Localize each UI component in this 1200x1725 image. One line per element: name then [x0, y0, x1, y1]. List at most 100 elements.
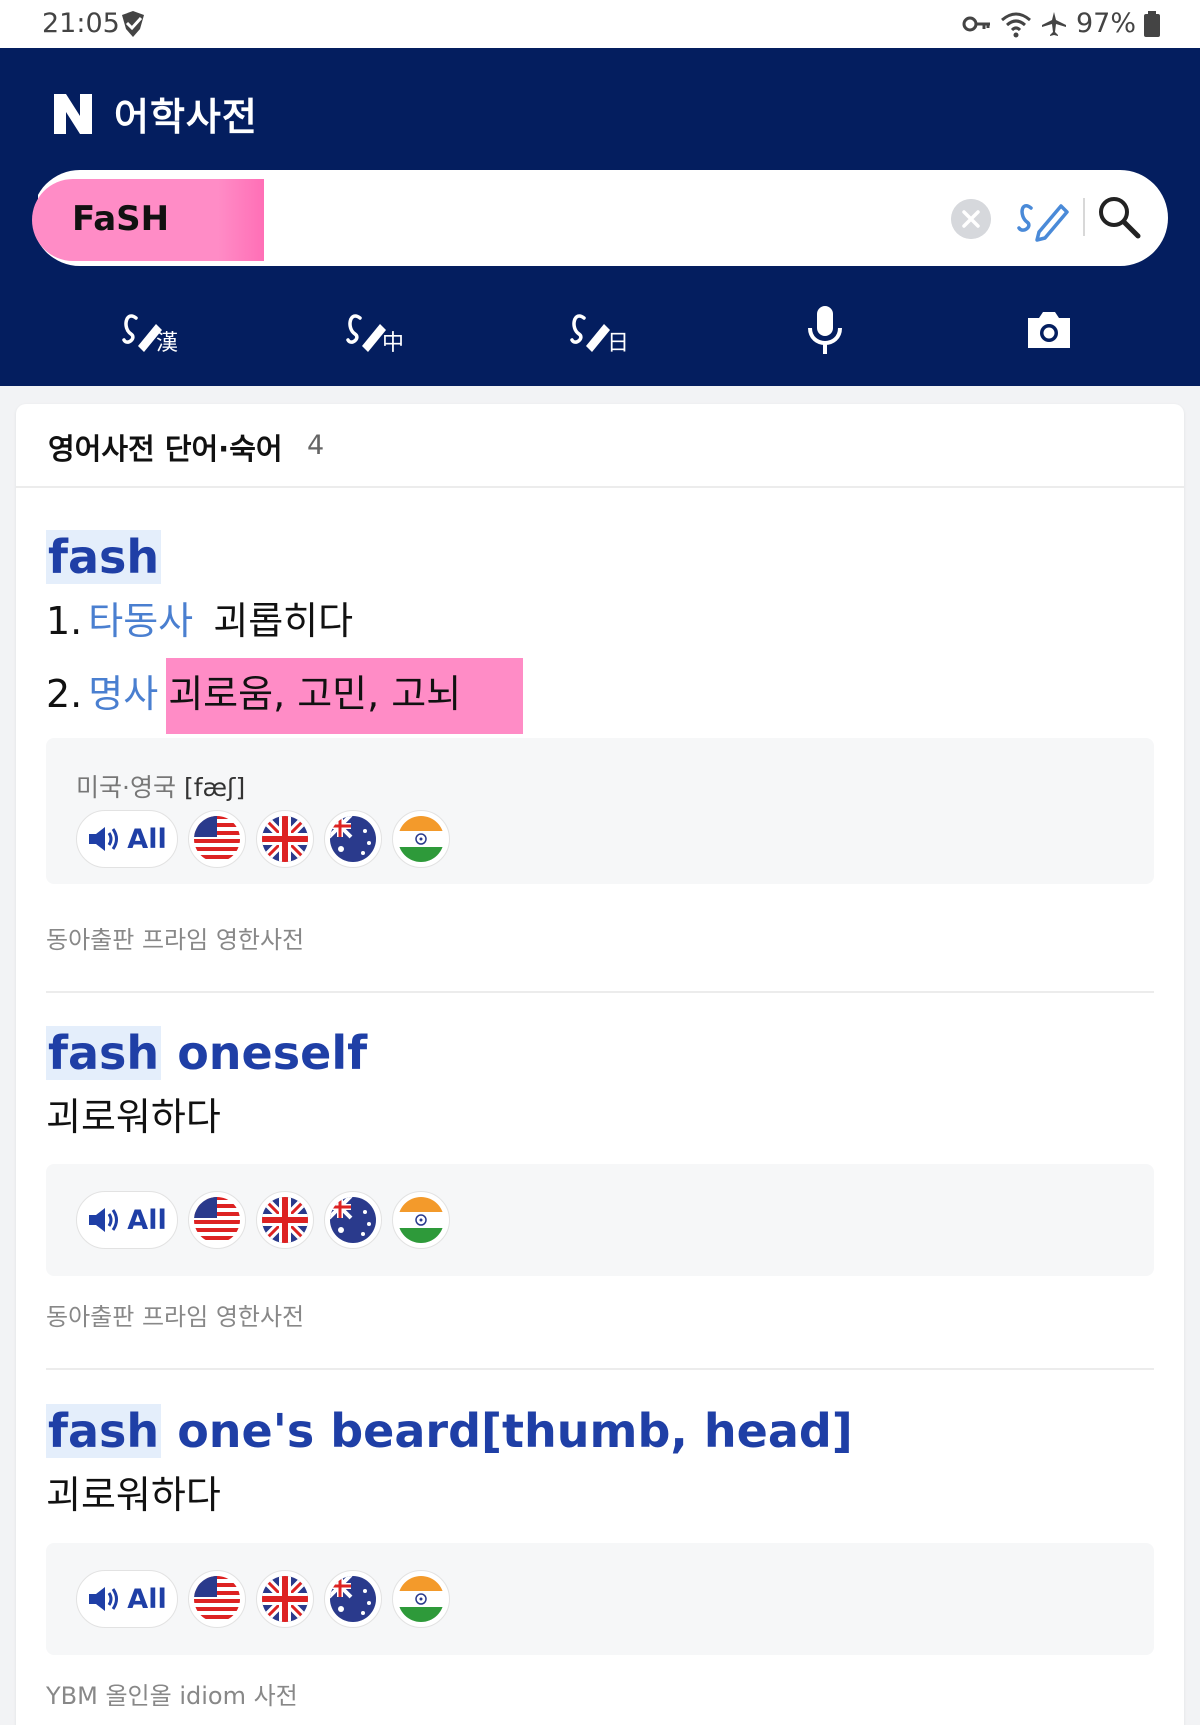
handwriting-input-icon[interactable] [1017, 194, 1069, 242]
india-flag-icon [398, 1197, 444, 1243]
headword-rest: one's beard[thumb, head] [161, 1404, 853, 1458]
entry-fash-ones-beard: fash one's beard[thumb, head] 괴로워하다 [46, 1404, 1154, 1519]
uk-flag-icon [262, 1197, 308, 1243]
search-input[interactable]: FaSH [32, 179, 264, 261]
part-of-speech: 명사 [88, 672, 159, 716]
section-title: 영어사전 단어·숙어 [48, 432, 283, 466]
australia-flag-icon [330, 816, 376, 862]
wifi-icon [1001, 12, 1031, 37]
entry-meaning: 괴로워하다 [46, 1473, 221, 1517]
results-header: 영어사전 단어·숙어 4 [16, 404, 1184, 488]
play-all-button[interactable]: All [76, 810, 178, 868]
status-time: 21:05 [42, 8, 120, 39]
us-flag-icon [194, 816, 240, 862]
chinese-handwriting-button[interactable]: 中 [342, 300, 412, 360]
sense-number: 2. [46, 672, 83, 716]
battery-icon [1144, 10, 1160, 37]
in-audio-button[interactable] [392, 1191, 450, 1249]
au-audio-button[interactable] [324, 810, 382, 868]
voice-search-button[interactable] [790, 300, 860, 360]
entry-meaning: 괴로워하다 [46, 1095, 221, 1139]
input-tools: 漢 中 日 [0, 300, 1200, 370]
speaker-icon [89, 827, 119, 851]
vpn-key-icon [962, 16, 990, 31]
naver-logo-icon [54, 93, 92, 134]
entry-divider [46, 991, 1154, 993]
headword-rest: oneself [161, 1026, 368, 1080]
pronunciation-ipa: [fæʃ] [183, 773, 246, 802]
us-audio-button[interactable] [188, 810, 246, 868]
sense-number: 1. [46, 599, 83, 643]
camera-icon [1028, 312, 1070, 348]
sense-2: 2. 명사 괴로움, 고민, 고뇌 [46, 658, 1154, 734]
hanja-handwriting-icon: 漢 [122, 314, 178, 354]
entry-divider [46, 1368, 1154, 1370]
us-audio-button[interactable] [188, 1570, 246, 1628]
pronunciation-box: 미국·영국 [fæʃ] All [46, 738, 1154, 884]
australia-flag-icon [330, 1197, 376, 1243]
microphone-icon [808, 306, 842, 354]
uk-audio-button[interactable] [256, 1570, 314, 1628]
australia-flag-icon [330, 1576, 376, 1622]
camera-search-button[interactable] [1014, 300, 1084, 360]
in-audio-button[interactable] [392, 1570, 450, 1628]
sense-meaning: 괴로움, 고민, 고뇌 [166, 658, 524, 734]
pronunciation-box: All [46, 1543, 1154, 1655]
play-all-label: All [127, 823, 167, 855]
uk-flag-icon [262, 1576, 308, 1622]
au-audio-button[interactable] [324, 1570, 382, 1628]
chinese-handwriting-icon: 中 [346, 314, 404, 354]
battery-percent: 97% [1075, 8, 1136, 39]
hanja-handwriting-button[interactable]: 漢 [118, 300, 188, 360]
dictionary-source[interactable]: YBM 올인올 idiom 사전 [46, 1676, 298, 1711]
entry-headword[interactable]: fash [46, 530, 1154, 584]
search-bar[interactable]: FaSH [22, 170, 1168, 266]
japanese-handwriting-button[interactable]: 日 [566, 300, 636, 360]
app-title: 어학사전 [114, 95, 258, 139]
india-flag-icon [398, 1576, 444, 1622]
in-audio-button[interactable] [392, 810, 450, 868]
play-all-label: All [127, 1204, 167, 1236]
entry-headword[interactable]: fash oneself [46, 1026, 1154, 1080]
pronunciation-label: 미국·영국 [fæʃ] [76, 768, 245, 804]
speaker-icon [89, 1587, 119, 1611]
audio-buttons: All [76, 810, 450, 868]
uk-audio-button[interactable] [256, 810, 314, 868]
result-count: 4 [307, 430, 325, 461]
uk-flag-icon [262, 816, 308, 862]
search-query-text: FaSH [72, 199, 170, 239]
entry-headword[interactable]: fash one's beard[thumb, head] [46, 1404, 1154, 1458]
us-audio-button[interactable] [188, 1191, 246, 1249]
status-icons: 97% [962, 8, 1160, 39]
play-all-button[interactable]: All [76, 1570, 178, 1628]
pronunciation-region: 미국·영국 [76, 773, 176, 802]
sense-1: 1. 타동사 괴롭히다 [46, 590, 1154, 645]
au-audio-button[interactable] [324, 1191, 382, 1249]
headword-match: fash [46, 530, 162, 584]
uk-audio-button[interactable] [256, 1191, 314, 1249]
clear-search-button[interactable] [951, 199, 991, 239]
play-all-label: All [127, 1583, 167, 1615]
play-all-button[interactable]: All [76, 1191, 178, 1249]
search-divider [1083, 198, 1085, 236]
us-flag-icon [194, 1576, 240, 1622]
sense-meaning: 괴롭히다 [213, 599, 354, 643]
entry-fash: fash 1. 타동사 괴롭히다 2. 명사 괴로움, 고민, 고뇌 [46, 530, 1154, 734]
dictionary-source[interactable]: 동아출판 프라임 영한사전 [46, 920, 304, 955]
us-flag-icon [194, 1197, 240, 1243]
airplane-icon [1041, 11, 1066, 36]
headword-match: fash [46, 1026, 162, 1080]
entry-fash-oneself: fash oneself 괴로워하다 [46, 1026, 1154, 1141]
part-of-speech: 타동사 [88, 599, 194, 643]
india-flag-icon [398, 816, 444, 862]
status-bar: 21:05 97% [0, 0, 1200, 48]
brand[interactable]: 어학사전 [52, 86, 258, 141]
search-icon[interactable] [1096, 194, 1142, 240]
dictionary-source[interactable]: 동아출판 프라임 영한사전 [46, 1297, 304, 1332]
japanese-handwriting-icon: 日 [570, 314, 629, 354]
headword-match: fash [46, 1404, 162, 1458]
results-card: 영어사전 단어·숙어 4 fash 1. 타동사 괴롭히다 2. 명사 괴로움, 고민… [16, 404, 1184, 1725]
audio-buttons: All [76, 1570, 450, 1628]
svg-text:中: 中 [382, 331, 404, 354]
shield-check-icon [122, 11, 144, 37]
